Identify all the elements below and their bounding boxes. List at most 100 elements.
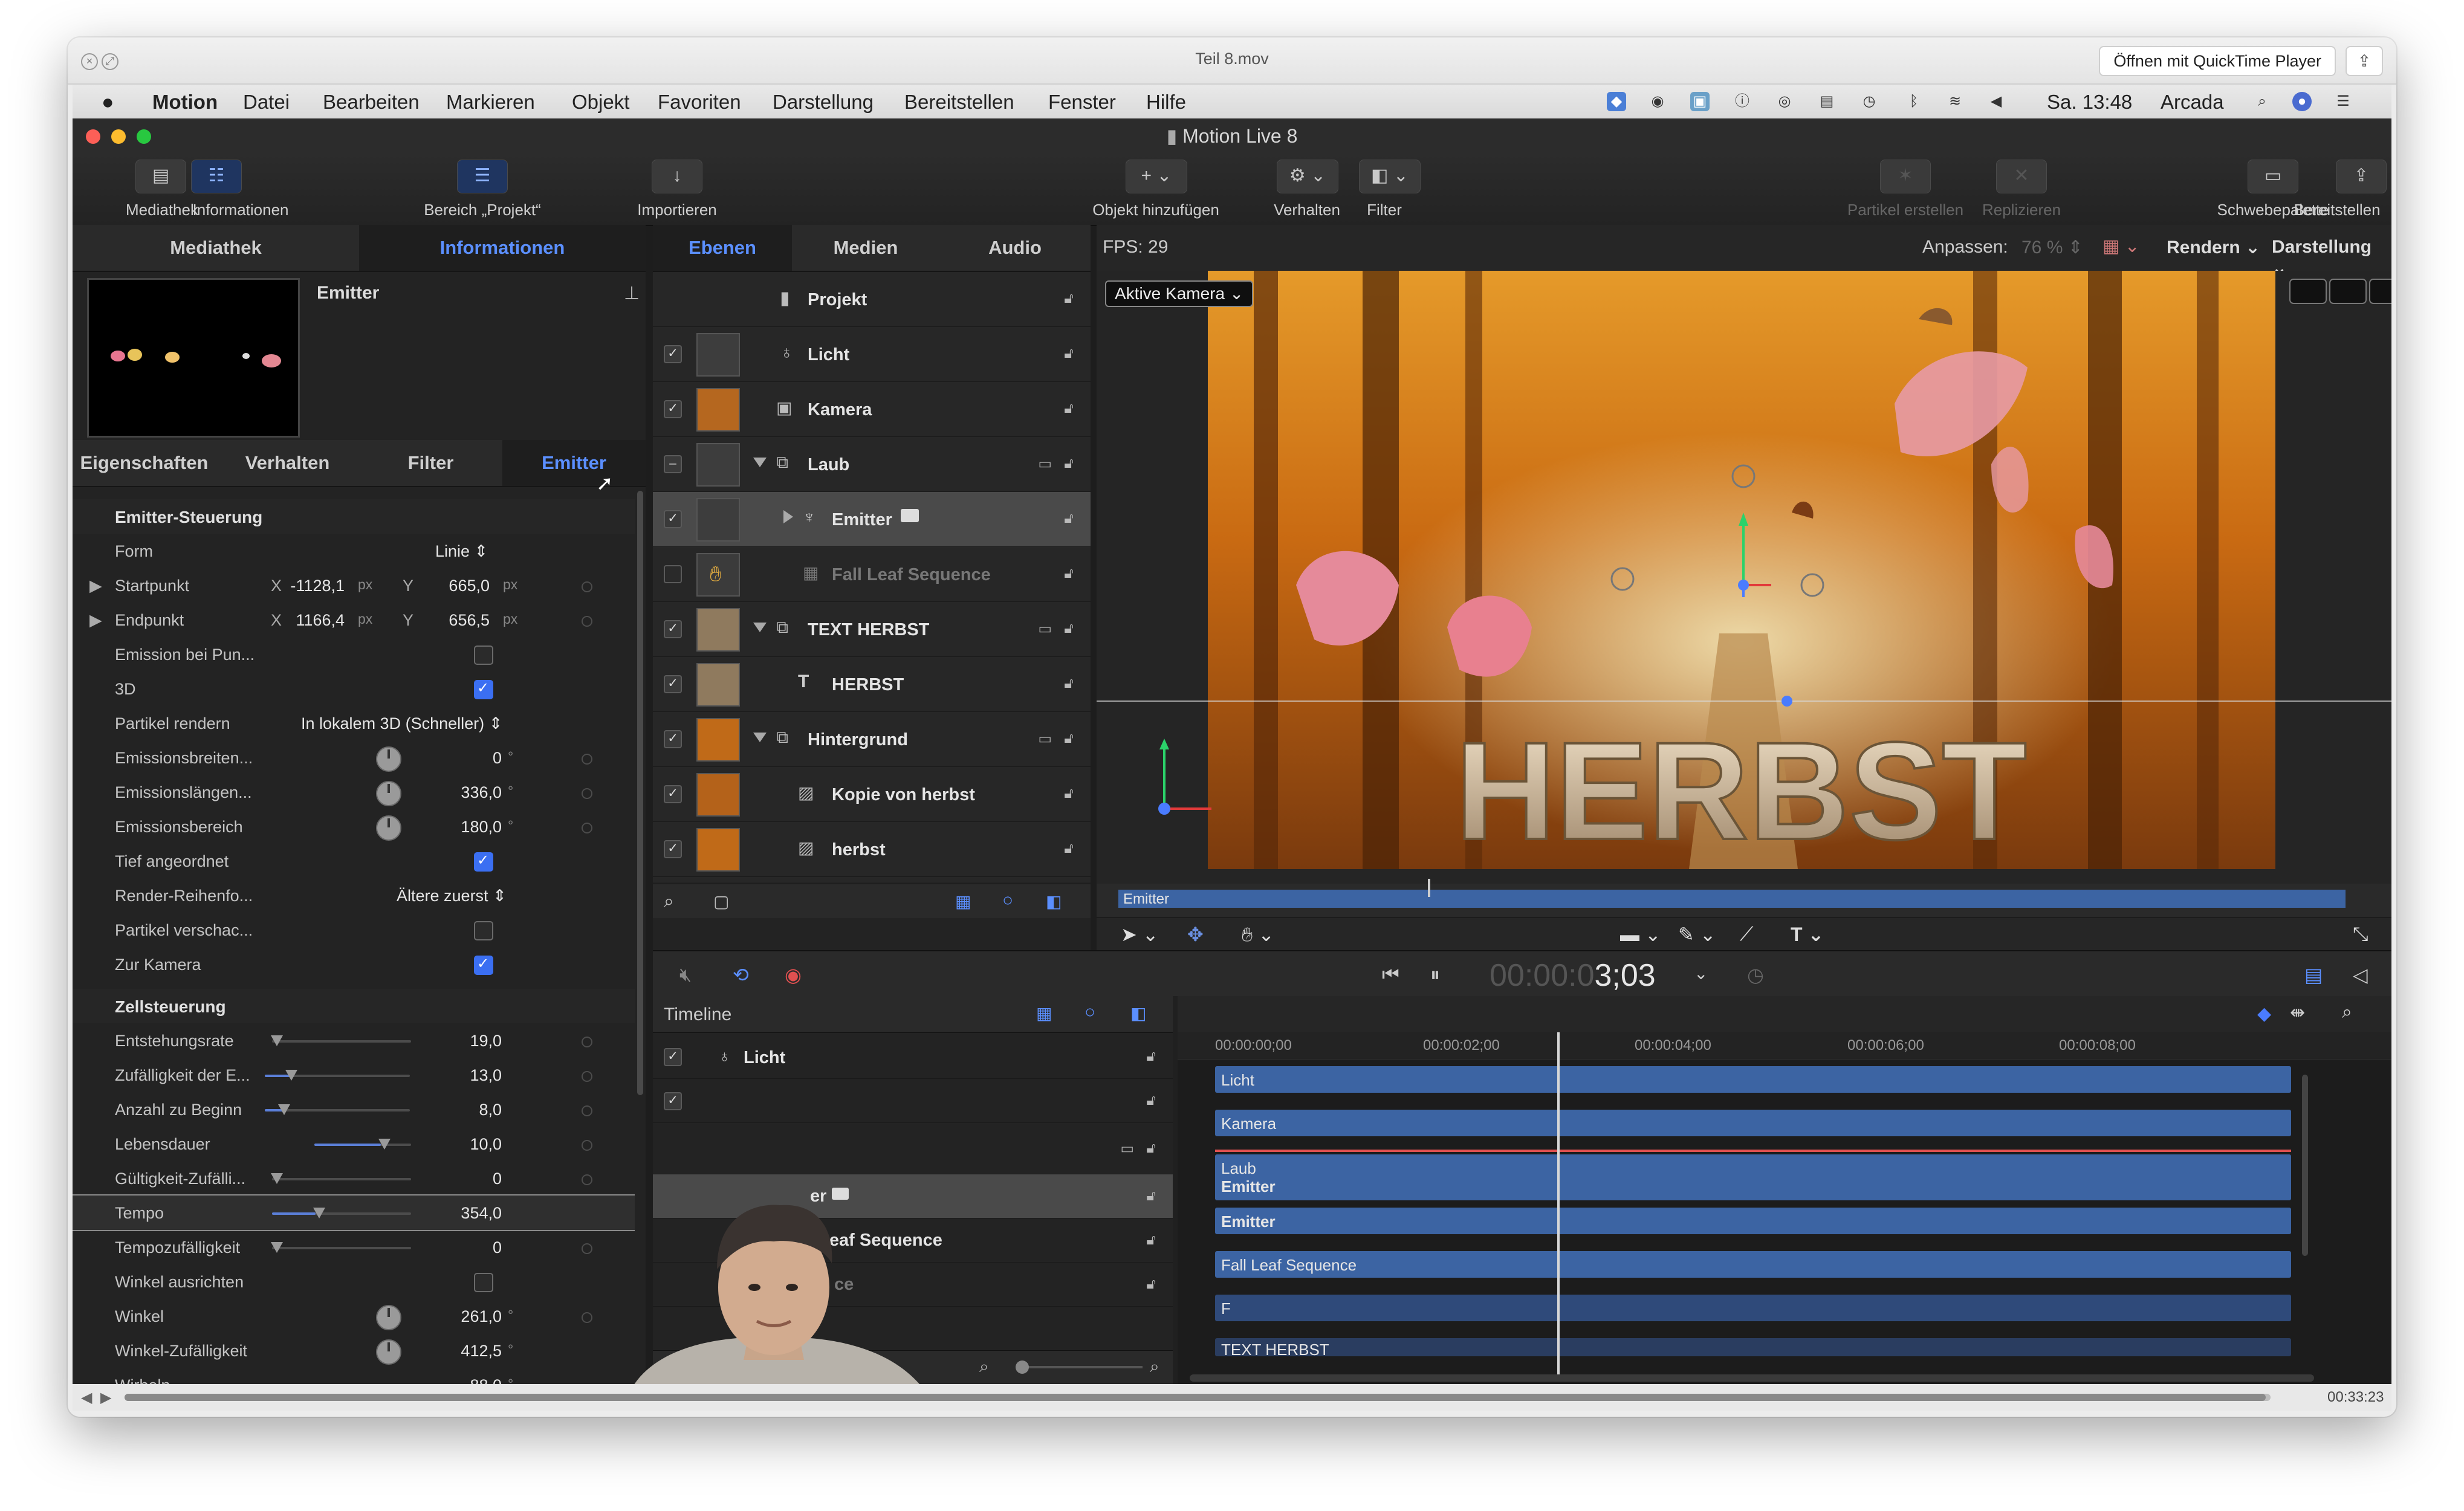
apple-icon[interactable]: ● (102, 91, 114, 114)
section-cell-control[interactable]: Zellsteuerung (73, 989, 635, 1023)
keyframe-button[interactable] (582, 1037, 592, 1047)
inspector-scrollbar[interactable] (637, 491, 643, 1095)
end-y-field[interactable]: 656,5 (423, 611, 490, 630)
initial-number-field[interactable]: 8,0 (435, 1101, 502, 1119)
mini-timeline-bar[interactable]: Emitter (1118, 890, 2346, 908)
shape-tool-icon[interactable]: ▬ ⌄ (1620, 923, 1661, 946)
display-icon[interactable]: ▤ (1817, 92, 1837, 111)
layer-row[interactable]: ✓ ♁ Licht 🔓︎ (653, 327, 1091, 382)
timecode-menu-icon[interactable]: ⌄ (1694, 963, 1708, 983)
behavior-visibility-icon[interactable]: ○ (1002, 890, 1013, 911)
track-fall-leaf-sequence[interactable]: Fall Leaf Sequence (1215, 1251, 2291, 1278)
layer-row-selected[interactable]: ✓ ♆ Emitter 🔓︎ (653, 492, 1091, 547)
layer-row[interactable]: ▮ Projekt 🔓︎ (653, 272, 1091, 327)
lock-icon[interactable]: 🔓︎ (1143, 1232, 1159, 1248)
group-mode-icon[interactable]: ▭ (1038, 730, 1052, 748)
adjust-3d-tool-icon[interactable]: ✥ (1187, 923, 1204, 946)
playhead[interactable] (1557, 1032, 1560, 1382)
layer-checkbox[interactable]: ✓ (664, 840, 682, 858)
disclosure-triangle-icon[interactable] (753, 458, 767, 467)
bezier-tool-icon[interactable]: ✎ ⌄ (1678, 923, 1716, 946)
emission-width-dial[interactable] (376, 746, 401, 772)
tab-emitter[interactable]: Emitter (502, 440, 646, 486)
layer-row[interactable]: ✓ ⧉ TEXT HERBST ▭ 🔓︎ (653, 602, 1091, 657)
layer-row[interactable]: ✓ ⧉ Hintergrund ▭ 🔓︎ (653, 712, 1091, 767)
zoom-slider[interactable] (1016, 1366, 1143, 1368)
menu-darstellung[interactable]: Darstellung (773, 91, 874, 114)
disclosure-triangle-icon[interactable] (783, 510, 793, 523)
group-mode-icon[interactable]: ▭ (1120, 1140, 1134, 1157)
layer-row[interactable]: ✓ T HERBST 🔓︎ (653, 657, 1091, 712)
active-camera-menu[interactable]: Aktive Kamera ⌄ (1105, 280, 1254, 307)
track-laub[interactable]: Laub Emitter (1215, 1154, 2291, 1200)
tab-filter[interactable]: Filter (359, 440, 502, 486)
disclosure-icon[interactable]: ▶ (89, 611, 102, 630)
layer-row[interactable]: ✓ ▨ herbst 🔓︎ (653, 822, 1091, 877)
timecode-display[interactable]: 00:00:03;03 (1490, 957, 1656, 994)
zoom-timeline-icon[interactable]: ⌕ (2342, 1002, 2352, 1023)
screenshot-icon[interactable]: ▣ (1690, 92, 1710, 111)
camera-icon[interactable]: ◎ (1775, 92, 1794, 111)
replicate-button[interactable]: ✕ (1996, 160, 2047, 193)
lock-icon[interactable]: 🔓︎ (1143, 1048, 1159, 1064)
spotlight-icon[interactable]: ⌕ (2252, 92, 2272, 111)
make-particles-button[interactable]: ✶ (1880, 160, 1931, 193)
timeline-layer-row[interactable]: ✓ 🔓︎ (653, 1079, 1173, 1123)
face-camera-checkbox[interactable] (474, 955, 493, 975)
birth-randomness-knob[interactable] (285, 1070, 297, 1081)
angle-dial[interactable] (376, 1305, 401, 1330)
layer-checkbox[interactable] (664, 565, 682, 583)
canvas-view[interactable]: HERBST Aktive Kamera ⌄ (1097, 271, 2391, 884)
volume-icon[interactable]: ◀ (1986, 92, 2006, 111)
hud-button[interactable]: ▭ (2248, 160, 2298, 193)
track-licht[interactable]: Licht (1215, 1066, 2291, 1093)
record-icon[interactable]: ◉ (785, 963, 802, 986)
filters-button[interactable]: ◧ ⌄ (1359, 160, 1421, 193)
lock-icon[interactable]: 🔓︎ (1060, 400, 1077, 416)
render-order-popup[interactable]: Ältere zuerst ⇕ (397, 887, 507, 905)
tab-medien[interactable]: Medien (792, 225, 939, 271)
lock-icon[interactable]: 🔓︎ (1143, 1140, 1159, 1156)
life-randomness-knob[interactable] (271, 1173, 283, 1184)
pin-icon[interactable]: ⊥ (624, 283, 640, 304)
tab-audio[interactable]: Audio (939, 225, 1091, 271)
menu-fenster[interactable]: Fenster (1048, 91, 1116, 114)
siri-icon[interactable]: ● (2292, 92, 2312, 111)
layer-checkbox[interactable]: ✓ (664, 785, 682, 803)
lock-icon[interactable]: 🔓︎ (1060, 840, 1077, 856)
creative-cloud-icon[interactable]: ◉ (1648, 92, 1667, 111)
angle-randomness-dial[interactable] (376, 1339, 401, 1365)
layer-checkbox[interactable]: ✓ (664, 1092, 682, 1110)
audio-pane-icon[interactable]: ◁ (2353, 963, 2368, 986)
group-mode-icon[interactable]: ▭ (1038, 455, 1052, 473)
disclosure-icon[interactable]: ▶ (89, 577, 102, 595)
track-emitter[interactable]: Emitter (1215, 1208, 2291, 1234)
lock-icon[interactable]: 🔓︎ (1060, 565, 1077, 581)
mask-visibility-icon[interactable]: ◧ (1130, 1003, 1146, 1023)
end-x-field[interactable]: 1166,4 (284, 611, 345, 630)
menu-clock[interactable]: Sa. 13:48 (2047, 91, 2132, 114)
layer-checkbox[interactable]: ✓ (664, 620, 682, 638)
timing-pane-icon[interactable]: ▤ (2304, 963, 2323, 986)
lock-icon[interactable]: 🔓︎ (1143, 1092, 1159, 1108)
behaviors-button[interactable]: ⚙ ⌄ (1277, 160, 1338, 193)
speed-randomness-field[interactable]: 0 (435, 1238, 502, 1257)
thumbnail-toggle-icon[interactable]: ▢ (713, 891, 729, 911)
keyframe-button[interactable] (582, 1140, 592, 1151)
emission-range-field[interactable]: 180,0 (423, 818, 502, 836)
birth-rate-slider-knob[interactable] (271, 1035, 283, 1046)
menu-favoriten[interactable]: Favoriten (658, 91, 741, 114)
layer-checkbox[interactable]: ✓ (664, 730, 682, 748)
form-popup[interactable]: Linie ⇕ (435, 542, 488, 561)
menu-bearbeiten[interactable]: Bearbeiten (323, 91, 420, 114)
rewind-icon[interactable]: ◀ (81, 1389, 92, 1406)
dropbox-icon[interactable]: ◆ (1607, 92, 1626, 111)
layer-row[interactable]: – ⧉ Laub ▭ 🔓︎ (653, 437, 1091, 492)
layer-checkbox[interactable]: ✓ (664, 1048, 682, 1066)
lock-icon[interactable]: 🔓︎ (1060, 620, 1077, 636)
fullscreen-canvas-icon[interactable]: ⤡ (2353, 923, 2368, 946)
keyframe-button[interactable] (582, 788, 592, 799)
keyframe-button[interactable] (582, 1243, 592, 1254)
life-field[interactable]: 10,0 (435, 1135, 502, 1154)
menu-app[interactable]: Motion (152, 91, 218, 114)
